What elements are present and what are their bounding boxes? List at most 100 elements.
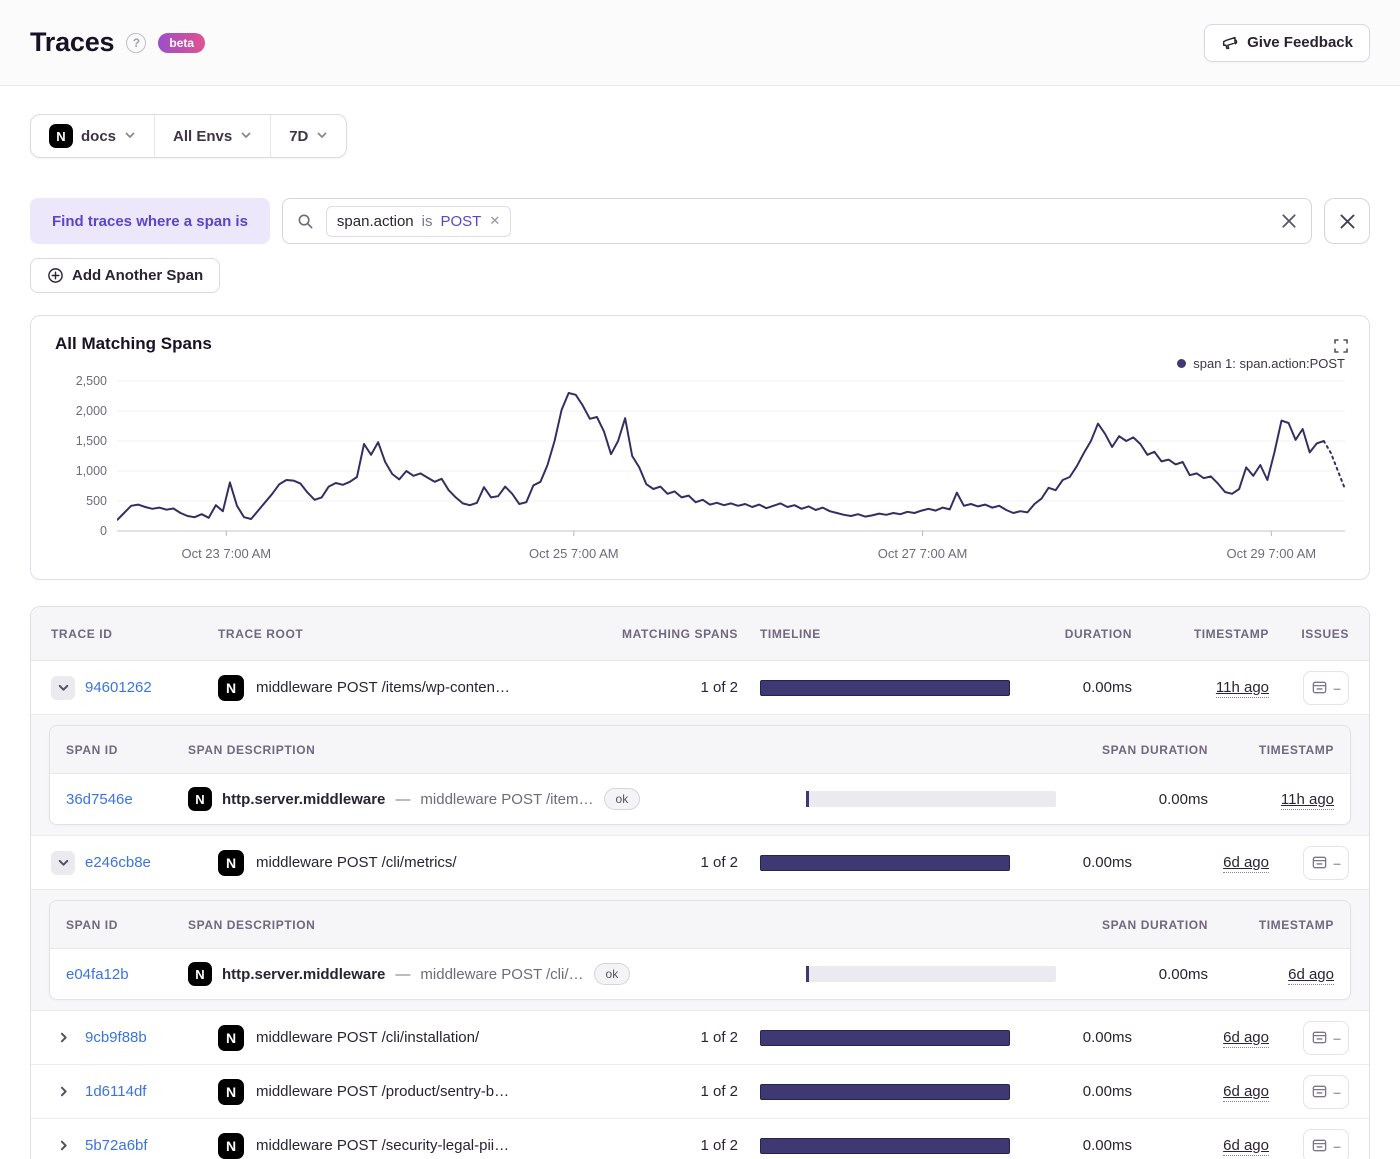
megaphone-icon [1221, 34, 1239, 52]
span-id-link[interactable]: e04fa12b [66, 966, 166, 983]
add-another-span-button[interactable]: Add Another Span [30, 258, 221, 293]
matching-spans-value: 1 of 2 [700, 854, 738, 871]
matching-spans-value: 1 of 2 [700, 1137, 738, 1154]
legend-label: span 1: span.action:POST [1193, 356, 1345, 371]
expanded-span-section: SPAN ID SPAN DESCRIPTION SPAN DURATION T… [31, 715, 1369, 836]
issues-count-placeholder: – [1333, 854, 1341, 871]
beta-badge: beta [158, 32, 206, 53]
table-row[interactable]: 1d6114df N middleware POST /product/sent… [31, 1065, 1369, 1119]
collapse-chevron-icon[interactable] [51, 675, 75, 700]
span-status-badge: ok [593, 963, 631, 985]
token-value: POST [440, 212, 482, 230]
matching-spans-value: 1 of 2 [700, 1029, 738, 1046]
trace-root-label: middleware POST /product/sentry-b… [256, 1083, 510, 1100]
span-duration-value: 0.00ms [1158, 790, 1208, 808]
x-axis-tick: Oct 27 7:00 AM [877, 546, 968, 561]
span-row[interactable]: e04fa12b N http.server.middleware — midd… [50, 949, 1350, 999]
span-description-label: middleware POST /cli/… [420, 965, 584, 983]
col-span-id: SPAN ID [66, 742, 118, 757]
issues-icon [1311, 679, 1328, 696]
x-axis-tick: Oct 23 7:00 AM [181, 546, 272, 561]
matching-spans-value: 1 of 2 [700, 679, 738, 696]
collapse-chevron-icon[interactable] [51, 850, 75, 875]
date-range-selector[interactable]: 7D [270, 115, 346, 157]
span-table-header: SPAN ID SPAN DESCRIPTION SPAN DURATION T… [50, 901, 1350, 949]
help-icon[interactable]: ? [126, 32, 147, 53]
chevron-down-icon [316, 128, 328, 145]
page-title: Traces [30, 27, 115, 57]
issues-count-placeholder: – [1333, 1029, 1341, 1046]
trace-id-link[interactable]: 94601262 [85, 679, 152, 696]
issues-button[interactable]: – [1303, 670, 1349, 705]
project-selector[interactable]: N docs [31, 115, 154, 157]
nextjs-project-icon: N [218, 1024, 244, 1051]
trace-id-link[interactable]: 1d6114df [85, 1083, 146, 1100]
span-search-input[interactable]: span.action is POST ✕ [281, 198, 1312, 244]
chart-title: All Matching Spans [55, 334, 212, 353]
remove-span-filter-button[interactable] [1324, 198, 1370, 244]
fullscreen-icon[interactable] [1333, 338, 1349, 357]
timestamp-value[interactable]: 6d ago [1223, 1083, 1269, 1102]
span-op-label: http.server.middleware [222, 965, 386, 983]
issues-button[interactable]: – [1303, 1020, 1349, 1055]
plus-circle-icon [47, 267, 64, 284]
traces-table: TRACE ID TRACE ROOT MATCHING SPANS TIMEL… [30, 606, 1370, 1159]
trace-id-link[interactable]: 9cb9f88b [85, 1029, 147, 1046]
issues-icon [1311, 1137, 1328, 1154]
expand-chevron-icon[interactable] [51, 1080, 75, 1104]
table-row[interactable]: 9cb9f88b N middleware POST /cli/installa… [31, 1011, 1369, 1065]
span-duration-value: 0.00ms [1158, 965, 1208, 983]
expand-chevron-icon[interactable] [51, 1026, 75, 1050]
chart-plot-area[interactable] [117, 375, 1345, 537]
table-row[interactable]: 5b72a6bf N middleware POST /security-leg… [31, 1119, 1369, 1159]
duration-value: 0.00ms [1082, 854, 1132, 871]
col-span-timestamp: TIMESTAMP [1258, 742, 1334, 757]
issues-count-placeholder: – [1333, 679, 1341, 696]
legend-dot [1177, 359, 1187, 368]
expand-chevron-icon[interactable] [51, 1134, 75, 1158]
timeline-bar [760, 679, 1010, 696]
trace-id-link[interactable]: e246cb8e [85, 854, 151, 871]
col-timestamp: TIMESTAMP [1193, 626, 1269, 641]
span-status-badge: ok [603, 788, 641, 810]
timestamp-value[interactable]: 6d ago [1223, 1137, 1269, 1156]
table-row[interactable]: 94601262 N middleware POST /items/wp-con… [31, 661, 1369, 715]
span-sub-table: SPAN ID SPAN DESCRIPTION SPAN DURATION T… [49, 725, 1351, 825]
trace-id-link[interactable]: 5b72a6bf [85, 1137, 148, 1154]
issues-icon [1311, 854, 1328, 871]
chart-y-axis: 0 500 1,000 1,500 2,000 2,500 [55, 374, 117, 538]
nextjs-project-icon: N [218, 1132, 244, 1159]
token-remove-icon[interactable]: ✕ [489, 213, 500, 229]
timestamp-value[interactable]: 6d ago [1223, 1029, 1269, 1048]
timestamp-value[interactable]: 11h ago [1215, 679, 1269, 698]
duration-value: 0.00ms [1082, 1083, 1132, 1100]
trace-root-label: middleware POST /cli/installation/ [256, 1029, 480, 1046]
span-sub-table: SPAN ID SPAN DESCRIPTION SPAN DURATION T… [49, 900, 1351, 1000]
filter-token[interactable]: span.action is POST ✕ [325, 205, 512, 237]
table-header-row: TRACE ID TRACE ROOT MATCHING SPANS TIMEL… [31, 607, 1369, 661]
find-traces-label: Find traces where a span is [30, 198, 270, 244]
table-row[interactable]: e246cb8e N middleware POST /cli/metrics/… [31, 836, 1369, 890]
environment-selector[interactable]: All Envs [154, 115, 270, 157]
trace-root-label: middleware POST /cli/metrics/ [256, 854, 457, 871]
issues-button[interactable]: – [1303, 1074, 1349, 1109]
give-feedback-button[interactable]: Give Feedback [1204, 23, 1370, 62]
x-axis-tick: Oct 29 7:00 AM [1226, 546, 1317, 561]
col-trace-root: TRACE ROOT [218, 626, 304, 641]
span-row[interactable]: 36d7546e N http.server.middleware — midd… [50, 774, 1350, 824]
col-trace-id: TRACE ID [51, 626, 113, 641]
dash-separator: — [395, 965, 411, 983]
search-icon [297, 213, 314, 230]
timeline-bar [760, 1083, 1010, 1100]
expanded-span-section: SPAN ID SPAN DESCRIPTION SPAN DURATION T… [31, 890, 1369, 1011]
span-id-link[interactable]: 36d7546e [66, 791, 166, 808]
dash-separator: — [395, 790, 411, 808]
token-key: span.action [336, 212, 414, 230]
span-timestamp-value[interactable]: 11h ago [1280, 790, 1334, 810]
clear-search-icon[interactable] [1281, 213, 1297, 229]
span-timestamp-value[interactable]: 6d ago [1288, 965, 1334, 985]
timestamp-value[interactable]: 6d ago [1223, 854, 1269, 873]
issues-button[interactable]: – [1303, 845, 1349, 880]
issues-button[interactable]: – [1303, 1128, 1349, 1159]
span-timeline-bar [806, 791, 1056, 807]
